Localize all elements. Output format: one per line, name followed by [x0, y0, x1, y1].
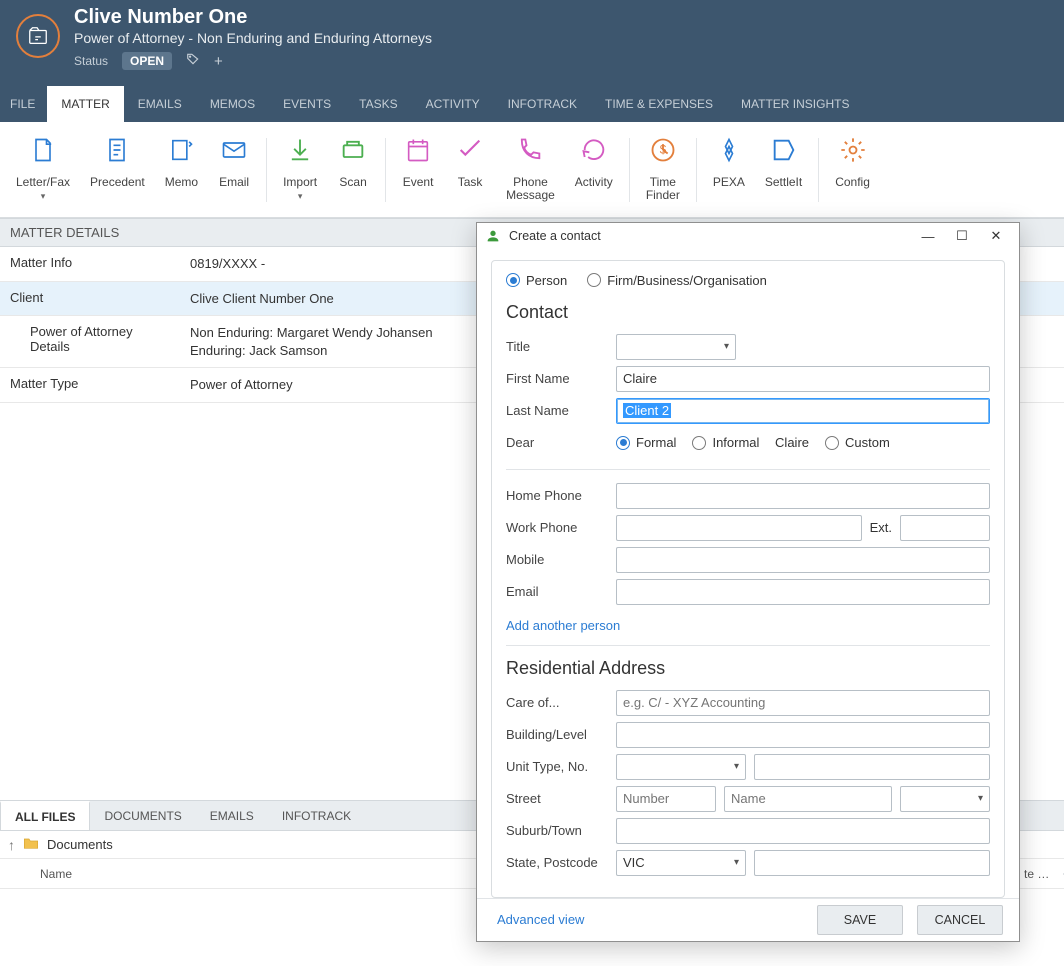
suburb-input[interactable] [616, 818, 990, 844]
radio-dear-custom[interactable]: Custom [825, 435, 890, 450]
last-name-input[interactable]: Client 2 [616, 398, 990, 424]
menu-tab-emails[interactable]: EMAILS [124, 86, 196, 122]
contact-heading: Contact [506, 302, 990, 323]
ribbon-phone-message[interactable]: Phone Message [496, 132, 565, 202]
first-name-input[interactable] [616, 366, 990, 392]
care-of-input[interactable] [616, 690, 990, 716]
dialog-title: Create a contact [509, 229, 913, 243]
menu-tab-memos[interactable]: MEMOS [196, 86, 269, 122]
ribbon-settleit[interactable]: SettleIt [755, 132, 812, 189]
label-mobile: Mobile [506, 552, 616, 567]
label-home-phone: Home Phone [506, 488, 616, 503]
up-arrow-icon[interactable]: ↑ [8, 837, 15, 853]
maximize-icon[interactable]: ☐ [947, 224, 977, 248]
ribbon-letter-fax[interactable]: Letter/Fax▾ [6, 132, 80, 202]
street-number-input[interactable] [616, 786, 716, 812]
menu-tab-infotrack[interactable]: INFOTRACK [494, 86, 591, 122]
minimize-icon[interactable]: — [913, 224, 943, 248]
save-button[interactable]: SAVE [817, 905, 903, 935]
label-dear: Dear [506, 435, 616, 450]
matter-subtitle: Power of Attorney - Non Enduring and End… [74, 30, 432, 46]
add-another-person-link[interactable]: Add another person [506, 618, 620, 633]
title-combo[interactable]: ▾ [616, 334, 736, 360]
label-title: Title [506, 339, 616, 354]
ribbon-scan[interactable]: Scan [327, 132, 379, 189]
label-email: Email [506, 584, 616, 599]
label-last-name: Last Name [506, 403, 616, 418]
label-suburb: Suburb/Town [506, 823, 616, 838]
advanced-view-link[interactable]: Advanced view [497, 912, 584, 927]
svg-text:$: $ [660, 144, 667, 157]
radio-person[interactable]: Person [506, 273, 567, 288]
ribbon-event[interactable]: Event [392, 132, 444, 189]
radio-firm[interactable]: Firm/Business/Organisation [587, 273, 767, 288]
home-phone-input[interactable] [616, 483, 990, 509]
menu-tab-tasks[interactable]: TASKS [345, 86, 411, 122]
menu-tab-activity[interactable]: ACTIVITY [412, 86, 494, 122]
dialog-footer: Advanced view SAVE CANCEL [477, 898, 1019, 941]
mobile-input[interactable] [616, 547, 990, 573]
cancel-button[interactable]: CANCEL [917, 905, 1003, 935]
bottom-tab-all-files[interactable]: ALL FILES [0, 801, 90, 830]
col-right[interactable]: te m... [1014, 867, 1064, 881]
label-first-name: First Name [506, 371, 616, 386]
radio-dear-formal[interactable]: Formal [616, 435, 676, 450]
tag-icon[interactable] [186, 52, 200, 70]
menu-tab-matter[interactable]: MATTER [47, 86, 123, 122]
unit-type-combo[interactable]: ▾ [616, 754, 746, 780]
ribbon-time-finder[interactable]: $ Time Finder [636, 132, 690, 202]
menu-tab-events[interactable]: EVENTS [269, 86, 345, 122]
ribbon-pexa[interactable]: PEXA [703, 132, 755, 189]
menu-tab-matter-insights[interactable]: MATTER INSIGHTS [727, 86, 863, 122]
label-unit: Unit Type, No. [506, 759, 616, 774]
ribbon-activity[interactable]: Activity [565, 132, 623, 189]
label-care-of: Care of... [506, 695, 616, 710]
street-type-combo[interactable]: ▾ [900, 786, 990, 812]
label-ext: Ext. [870, 520, 892, 535]
email-input[interactable] [616, 579, 990, 605]
ribbon-email[interactable]: Email [208, 132, 260, 189]
state-combo[interactable]: VIC▾ [616, 850, 746, 876]
label-building: Building/Level [506, 727, 616, 742]
bottom-tab-infotrack[interactable]: INFOTRACK [268, 801, 365, 830]
ext-input[interactable] [900, 515, 990, 541]
person-icon [485, 228, 501, 244]
ribbon-import[interactable]: Import▾ [273, 132, 327, 202]
status-label: Status [74, 54, 108, 68]
ribbon-precedent[interactable]: Precedent [80, 132, 155, 189]
bottom-tab-emails[interactable]: EMAILS [196, 801, 268, 830]
menu-tabs: FILE MATTER EMAILS MEMOS EVENTS TASKS AC… [0, 86, 1064, 122]
create-contact-dialog: Create a contact — ☐ ✕ Person Firm/Busin… [476, 222, 1020, 942]
label-street: Street [506, 791, 616, 806]
residential-heading: Residential Address [506, 658, 990, 679]
ribbon-task[interactable]: Task [444, 132, 496, 189]
unit-no-input[interactable] [754, 754, 990, 780]
street-name-input[interactable] [724, 786, 892, 812]
bottom-tab-documents[interactable]: DOCUMENTS [90, 801, 195, 830]
dialog-titlebar[interactable]: Create a contact — ☐ ✕ [477, 223, 1019, 250]
status-badge[interactable]: OPEN [122, 52, 172, 70]
label-state: State, Postcode [506, 855, 616, 870]
plus-icon[interactable]: + [214, 53, 223, 70]
close-icon[interactable]: ✕ [981, 224, 1011, 248]
radio-dear-informal[interactable]: Informal Claire [692, 435, 809, 450]
menu-tab-file[interactable]: FILE [0, 86, 47, 122]
ribbon-config[interactable]: Config [825, 132, 880, 189]
menu-tab-time-expenses[interactable]: TIME & EXPENSES [591, 86, 727, 122]
label-work-phone: Work Phone [506, 520, 616, 535]
postcode-input[interactable] [754, 850, 990, 876]
app-header: Clive Number One Power of Attorney - Non… [0, 0, 1064, 86]
matter-icon [16, 14, 60, 58]
matter-title: Clive Number One [74, 6, 432, 29]
bottom-path-text[interactable]: Documents [47, 837, 113, 852]
building-input[interactable] [616, 722, 990, 748]
folder-icon [23, 836, 39, 853]
work-phone-input[interactable] [616, 515, 862, 541]
ribbon-memo[interactable]: Memo [155, 132, 208, 189]
ribbon: Letter/Fax▾ Precedent Memo Email Import▾… [0, 122, 1064, 218]
